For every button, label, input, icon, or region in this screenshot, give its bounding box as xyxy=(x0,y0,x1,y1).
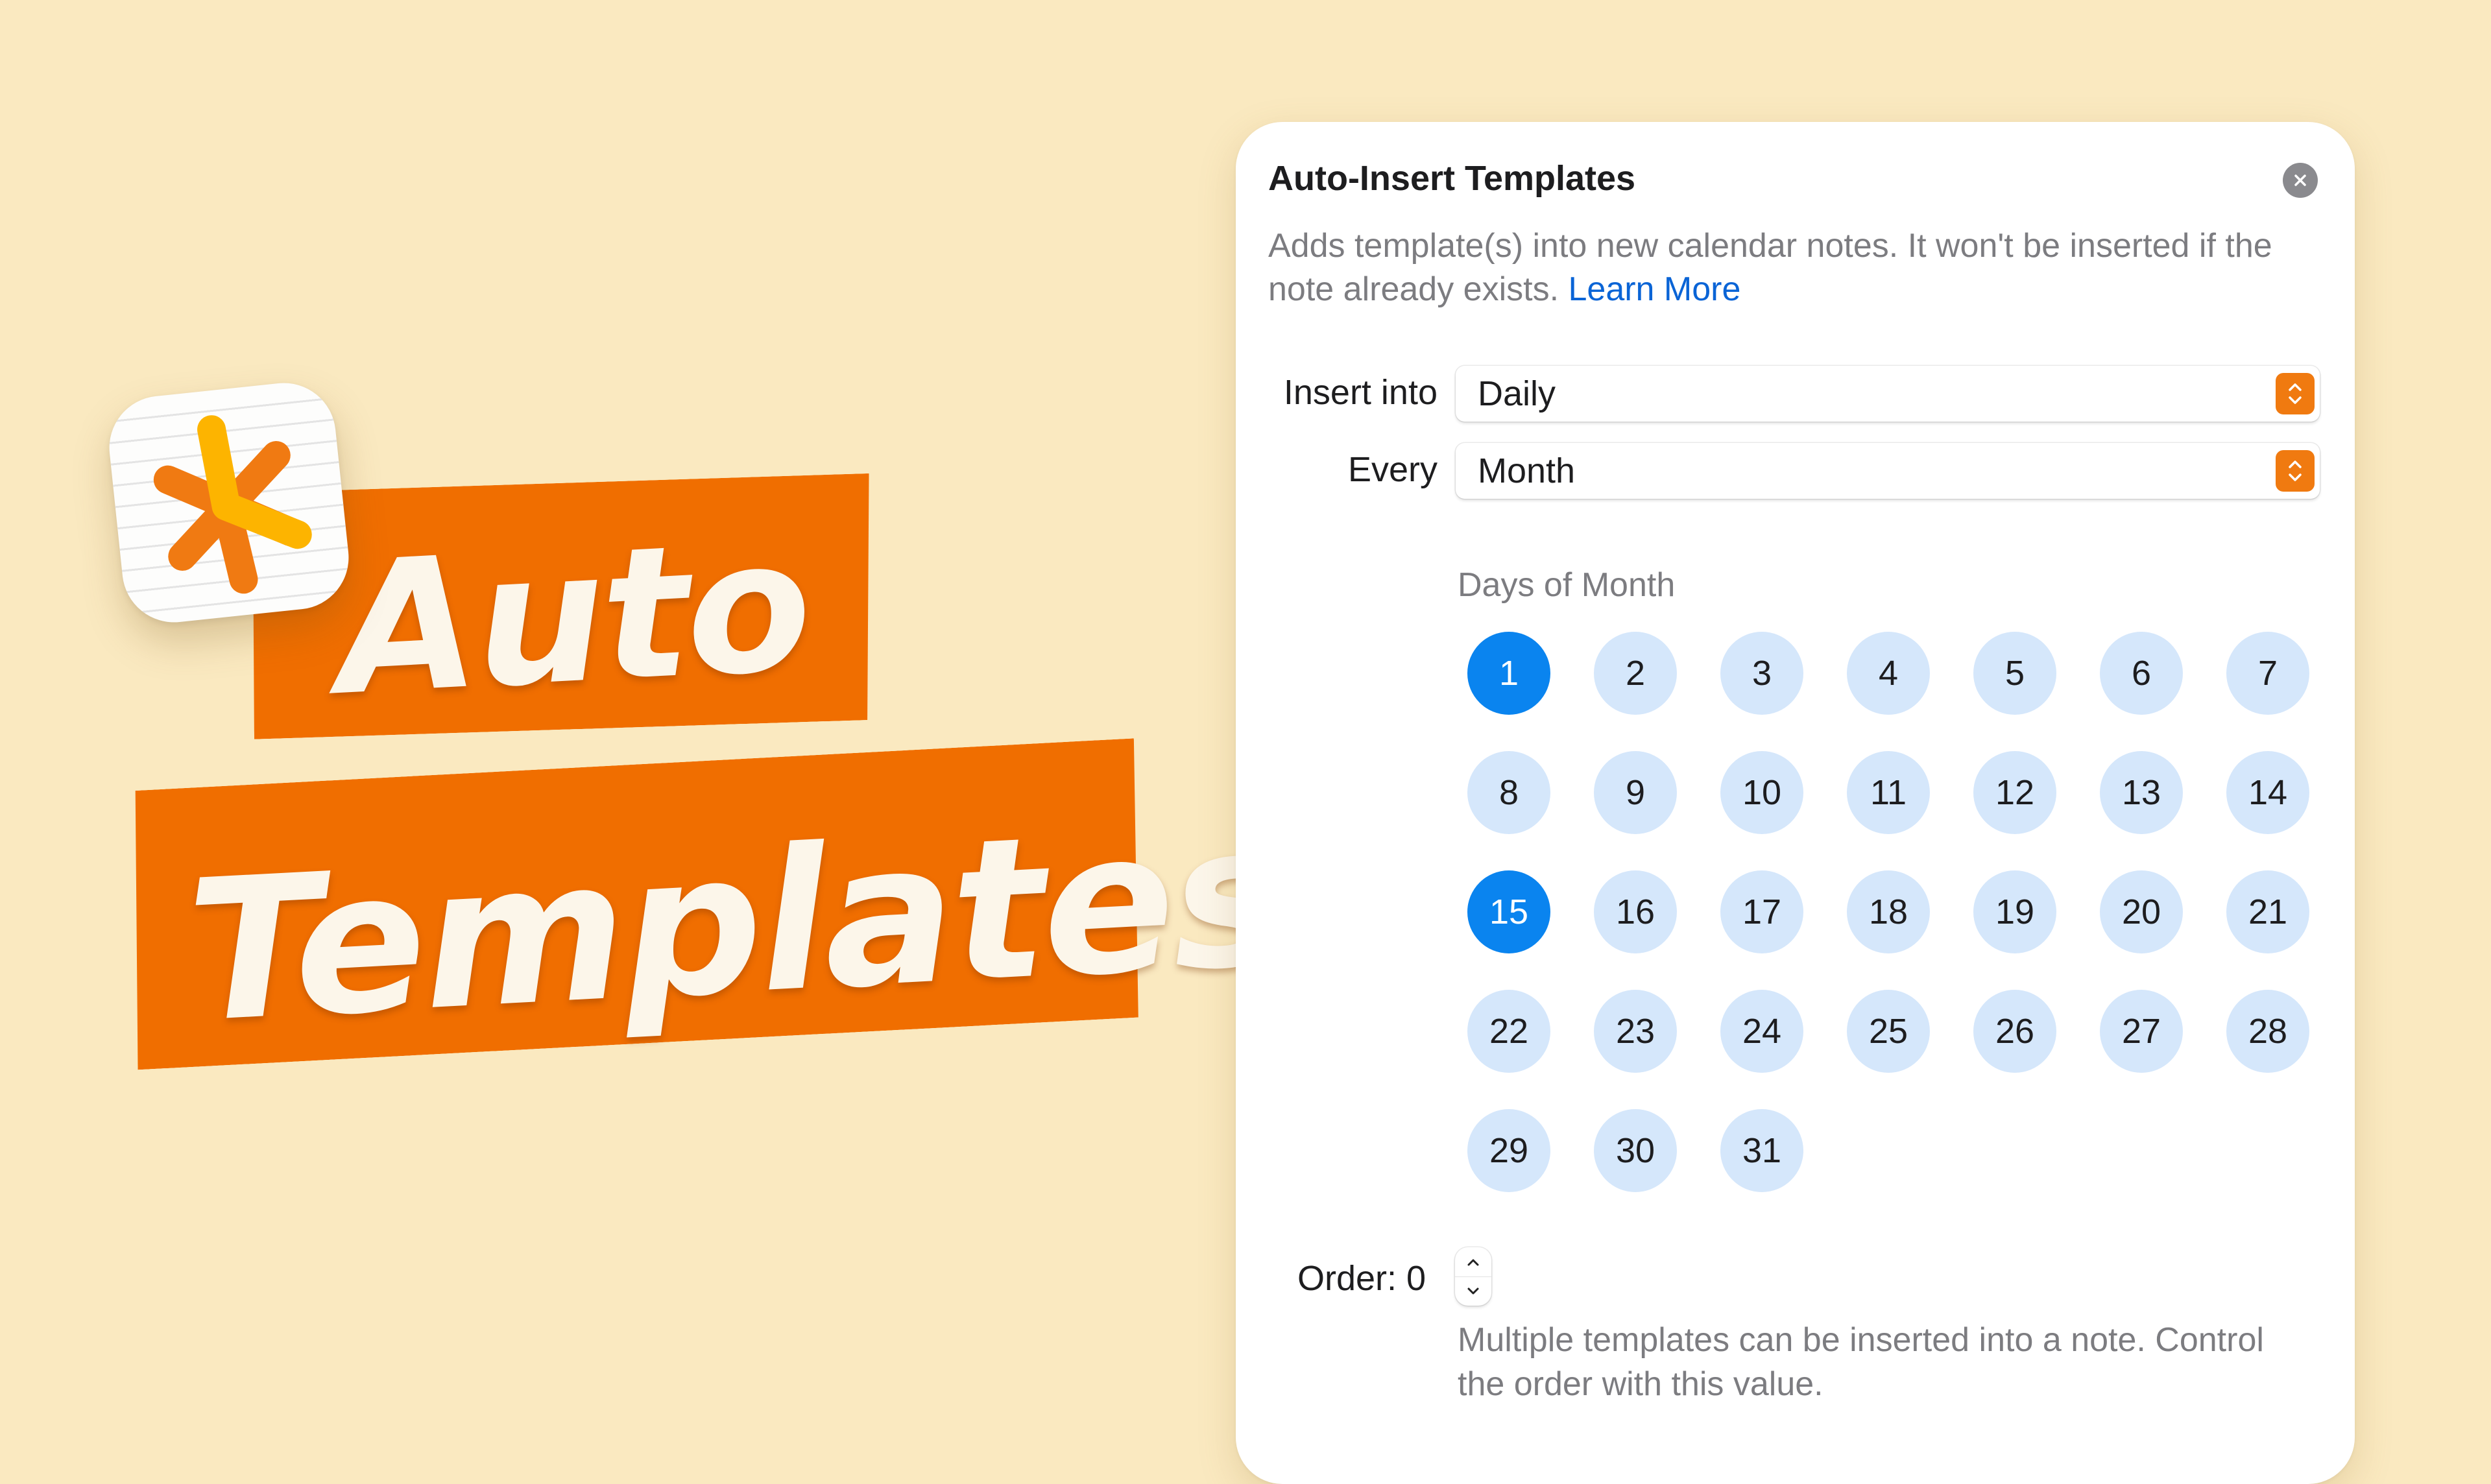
description-text: Adds template(s) into new calendar notes… xyxy=(1268,227,2272,308)
auto-insert-dialog: Auto-Insert Templates Adds template(s) i… xyxy=(1236,122,2355,1484)
day-button-13[interactable]: 13 xyxy=(2100,751,2183,834)
day-button-12[interactable]: 12 xyxy=(1973,751,2056,834)
order-decrement-button[interactable] xyxy=(1455,1276,1491,1306)
chevron-up-down-icon xyxy=(2289,383,2302,404)
dialog-title: Auto-Insert Templates xyxy=(1268,159,1636,198)
day-button-21[interactable]: 21 xyxy=(2226,870,2309,953)
insert-into-select[interactable]: Daily xyxy=(1456,366,2320,422)
day-button-22[interactable]: 22 xyxy=(1467,990,1550,1073)
day-button-18[interactable]: 18 xyxy=(1847,870,1930,953)
day-button-9[interactable]: 9 xyxy=(1594,751,1677,834)
day-button-29[interactable]: 29 xyxy=(1467,1109,1550,1192)
dialog-description: Adds template(s) into new calendar notes… xyxy=(1268,224,2332,311)
day-button-31[interactable]: 31 xyxy=(1720,1109,1803,1192)
every-label: Every xyxy=(1347,450,1438,489)
close-button[interactable] xyxy=(2283,163,2318,198)
day-button-24[interactable]: 24 xyxy=(1720,990,1803,1073)
insert-into-stepper[interactable] xyxy=(2276,373,2315,414)
every-stepper[interactable] xyxy=(2276,450,2315,492)
close-icon xyxy=(2294,174,2306,186)
every-value: Month xyxy=(1478,451,1576,490)
day-button-16[interactable]: 16 xyxy=(1594,870,1677,953)
learn-more-link[interactable]: Learn More xyxy=(1568,270,1740,308)
asterisk-icon xyxy=(153,415,312,594)
day-button-4[interactable]: 4 xyxy=(1847,632,1930,715)
day-button-28[interactable]: 28 xyxy=(2226,990,2309,1073)
hero-title-auto: Auto xyxy=(331,500,814,736)
day-button-23[interactable]: 23 xyxy=(1594,990,1677,1073)
chevron-up-down-icon xyxy=(2289,461,2302,481)
day-button-14[interactable]: 14 xyxy=(2226,751,2309,834)
chevron-down-icon xyxy=(1467,1287,1479,1294)
day-button-2[interactable]: 2 xyxy=(1594,632,1677,715)
day-button-17[interactable]: 17 xyxy=(1720,870,1803,953)
day-button-3[interactable]: 3 xyxy=(1720,632,1803,715)
day-button-1[interactable]: 1 xyxy=(1467,632,1550,715)
insert-into-label: Insert into xyxy=(1283,373,1438,412)
day-button-10[interactable]: 10 xyxy=(1720,751,1803,834)
day-button-19[interactable]: 19 xyxy=(1973,870,2056,953)
day-button-26[interactable]: 26 xyxy=(1973,990,2056,1073)
day-button-27[interactable]: 27 xyxy=(2100,990,2183,1073)
day-button-8[interactable]: 8 xyxy=(1467,751,1550,834)
insert-into-value: Daily xyxy=(1478,374,1556,413)
day-button-20[interactable]: 20 xyxy=(2100,870,2183,953)
days-of-month-label: Days of Month xyxy=(1458,566,1676,604)
day-button-7[interactable]: 7 xyxy=(2226,632,2309,715)
day-button-25[interactable]: 25 xyxy=(1847,990,1930,1073)
day-button-11[interactable]: 11 xyxy=(1847,751,1930,834)
every-select[interactable]: Month xyxy=(1456,443,2320,499)
app-icon xyxy=(104,377,354,628)
day-button-6[interactable]: 6 xyxy=(2100,632,2183,715)
day-button-5[interactable]: 5 xyxy=(1973,632,2056,715)
order-stepper[interactable] xyxy=(1455,1247,1491,1306)
day-button-15[interactable]: 15 xyxy=(1467,870,1550,953)
order-increment-button[interactable] xyxy=(1455,1247,1491,1277)
chevron-up-icon xyxy=(1467,1259,1479,1265)
day-button-30[interactable]: 30 xyxy=(1594,1109,1677,1192)
order-label: Order: 0 xyxy=(1297,1259,1426,1298)
order-help-text: Multiple templates can be inserted into … xyxy=(1458,1321,2264,1403)
